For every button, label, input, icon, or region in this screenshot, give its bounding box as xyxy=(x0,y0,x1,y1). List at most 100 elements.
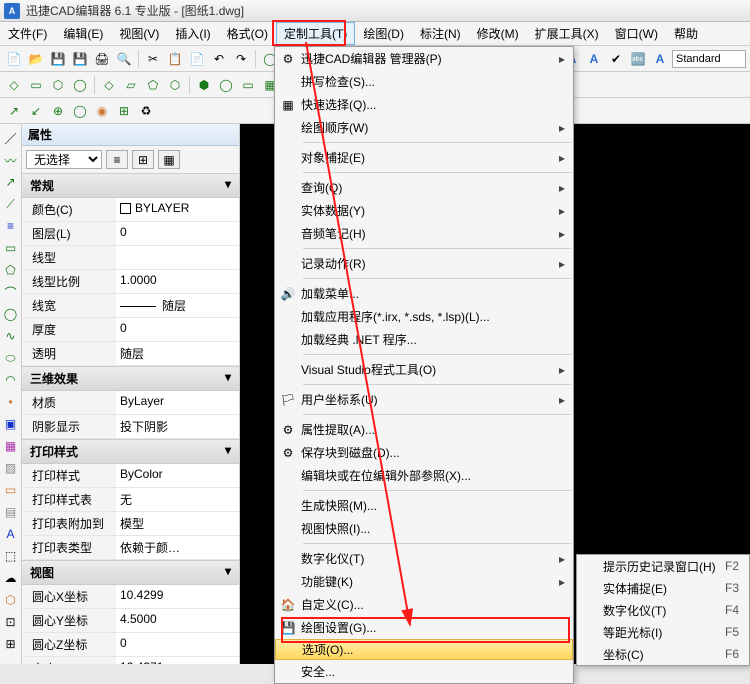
block-icon[interactable]: ▣ xyxy=(3,416,19,432)
ray-icon[interactable]: ↗ xyxy=(3,174,19,190)
menu-insert[interactable]: 插入(I) xyxy=(167,22,218,45)
submenu-item[interactable]: 数字化仪(T)F4 xyxy=(577,599,749,621)
draw-icon[interactable]: ⊕ xyxy=(48,101,68,121)
menu-item[interactable]: 记录动作(R)▸ xyxy=(275,252,573,275)
prop-val-cz[interactable]: 0 xyxy=(116,633,239,656)
menu-item[interactable]: 对象捕捉(E)▸ xyxy=(275,146,573,169)
menu-item[interactable]: 数字化仪(T)▸ xyxy=(275,547,573,570)
menu-item[interactable]: 拼写检查(S)... xyxy=(275,70,573,93)
shape-icon[interactable]: ⬢ xyxy=(194,75,214,95)
cut-icon[interactable]: ✂ xyxy=(143,49,163,69)
prop-val-shadow[interactable]: 投下阴影 xyxy=(116,415,239,438)
menu-modify[interactable]: 修改(M) xyxy=(469,22,527,45)
boundary-icon[interactable]: ⬡ xyxy=(3,592,19,608)
menu-ext-tools[interactable]: 扩展工具(X) xyxy=(527,22,607,45)
prop-val-material[interactable]: ByLayer xyxy=(116,391,239,414)
menu-item[interactable]: 选项(O)... xyxy=(275,639,573,660)
menu-annotate[interactable]: 标注(N) xyxy=(412,22,469,45)
prop-val-thickness[interactable]: 0 xyxy=(116,318,239,341)
menu-item[interactable]: 生成快照(M)... xyxy=(275,494,573,517)
prop-val-pstyle[interactable]: ByColor xyxy=(116,464,239,487)
prop-val-color[interactable]: BYLAYER xyxy=(116,198,239,221)
tool-icon[interactable]: ⊞ xyxy=(3,636,19,652)
undo-icon[interactable]: ↶ xyxy=(209,49,229,69)
prop-val-ptype[interactable]: 依赖于颜… xyxy=(116,536,239,559)
group-view[interactable]: 视图▾ xyxy=(22,560,239,585)
draw-icon[interactable]: ↙ xyxy=(26,101,46,121)
arc-icon[interactable]: ⌒ xyxy=(3,284,19,300)
menu-item[interactable]: 功能键(K)▸ xyxy=(275,570,573,593)
shape-icon[interactable]: ◇ xyxy=(4,75,24,95)
menu-item[interactable]: 编辑块或在位编辑外部参照(X)... xyxy=(275,464,573,487)
shape-icon[interactable]: ⬡ xyxy=(48,75,68,95)
group-print[interactable]: 打印样式▾ xyxy=(22,439,239,464)
select-icon[interactable]: ▦ xyxy=(158,150,180,169)
submenu-item[interactable]: 等距光标(I)F5 xyxy=(577,621,749,643)
menu-item[interactable]: 加载应用程序(*.irx, *.sds, *.lsp)(L)... xyxy=(275,305,573,328)
tool-icon[interactable]: ⊡ xyxy=(3,614,19,630)
menu-item[interactable]: 实体数据(Y)▸ xyxy=(275,199,573,222)
prop-val-ltype[interactable] xyxy=(116,246,239,269)
textstyle-combo[interactable] xyxy=(672,50,746,68)
print-icon[interactable]: 🖨 xyxy=(92,49,112,69)
shape-icon[interactable]: ▭ xyxy=(26,75,46,95)
ellipse-icon[interactable]: ⬭ xyxy=(3,350,19,366)
menu-item[interactable]: ⚙属性提取(A)... xyxy=(275,418,573,441)
shape-icon[interactable]: ▱ xyxy=(121,75,141,95)
table-icon[interactable]: ▤ xyxy=(3,504,19,520)
paste-icon[interactable]: 📄 xyxy=(187,49,207,69)
prop-val-cy[interactable]: 4.5000 xyxy=(116,609,239,632)
region-icon[interactable]: ▭ xyxy=(3,482,19,498)
rect-icon[interactable]: ▭ xyxy=(3,240,19,256)
shape-icon[interactable]: ⬠ xyxy=(143,75,163,95)
menu-item[interactable]: ▦快速选择(Q)... xyxy=(275,93,573,116)
menu-help[interactable]: 帮助 xyxy=(666,22,706,45)
menu-item[interactable]: 查询(Q)▸ xyxy=(275,176,573,199)
shape-icon[interactable]: ◇ xyxy=(99,75,119,95)
shape-icon[interactable]: ▭ xyxy=(238,75,258,95)
menu-edit[interactable]: 编辑(E) xyxy=(55,22,111,45)
redo-icon[interactable]: ↷ xyxy=(231,49,251,69)
revcloud-icon[interactable]: ☁ xyxy=(3,570,19,586)
menu-item[interactable]: 绘图顺序(W)▸ xyxy=(275,116,573,139)
menu-format[interactable]: 格式(O) xyxy=(219,22,276,45)
textstyle-icon[interactable]: A xyxy=(650,49,670,69)
point-icon[interactable]: • xyxy=(3,394,19,410)
prop-val-cx[interactable]: 10.4299 xyxy=(116,585,239,608)
prop-val-layer[interactable]: 0 xyxy=(116,222,239,245)
spell-icon[interactable]: 🔤 xyxy=(628,49,648,69)
earc-icon[interactable]: ◠ xyxy=(3,372,19,388)
submenu-item[interactable]: 坐标(C)F6 xyxy=(577,643,749,665)
line-icon[interactable]: ／ xyxy=(3,130,19,146)
menu-item[interactable]: ⚙保存块到磁盘(D)... xyxy=(275,441,573,464)
selection-combo[interactable]: 无选择 xyxy=(26,150,102,169)
recycle-icon[interactable]: ♻ xyxy=(136,101,156,121)
menu-item[interactable]: Visual Studio程式工具(O)▸ xyxy=(275,358,573,381)
polyline-icon[interactable]: 〰 xyxy=(3,152,19,168)
insert-icon[interactable]: ▦ xyxy=(3,438,19,454)
shape-icon[interactable]: ⬡ xyxy=(165,75,185,95)
preview-icon[interactable]: 🔍 xyxy=(114,49,134,69)
draw-icon[interactable]: ◯ xyxy=(70,101,90,121)
group-general[interactable]: 常规▾ xyxy=(22,173,239,198)
menu-item[interactable]: 🏠自定义(C)... xyxy=(275,593,573,616)
menu-item[interactable]: 安全... xyxy=(275,660,573,683)
xline-icon[interactable]: ⟋ xyxy=(3,196,19,212)
menu-draw[interactable]: 绘图(D) xyxy=(355,22,412,45)
text-check-icon[interactable]: ✔ xyxy=(606,49,626,69)
pickadd-icon[interactable]: ⊞ xyxy=(132,150,154,169)
prop-val-transp[interactable]: 随层 xyxy=(116,342,239,365)
text-a-icon[interactable]: A xyxy=(584,49,604,69)
prop-val-lweight[interactable]: 随层 xyxy=(116,294,239,317)
draw-icon[interactable]: ◉ xyxy=(92,101,112,121)
menu-item[interactable]: 加载经典 .NET 程序... xyxy=(275,328,573,351)
menu-item[interactable]: ⚙迅捷CAD编辑器 管理器(P)▸ xyxy=(275,47,573,70)
polygon-icon[interactable]: ⬠ xyxy=(3,262,19,278)
prop-val-pstable[interactable]: 无 xyxy=(116,488,239,511)
circle-icon[interactable]: ◯ xyxy=(3,306,19,322)
prop-val-w[interactable]: 12.4371 xyxy=(116,657,239,664)
menu-window[interactable]: 窗口(W) xyxy=(607,22,666,45)
prop-val-ltscale[interactable]: 1.0000 xyxy=(116,270,239,293)
menu-item[interactable]: 音频笔记(H)▸ xyxy=(275,222,573,245)
menu-item[interactable]: 💾绘图设置(G)... xyxy=(275,616,573,639)
